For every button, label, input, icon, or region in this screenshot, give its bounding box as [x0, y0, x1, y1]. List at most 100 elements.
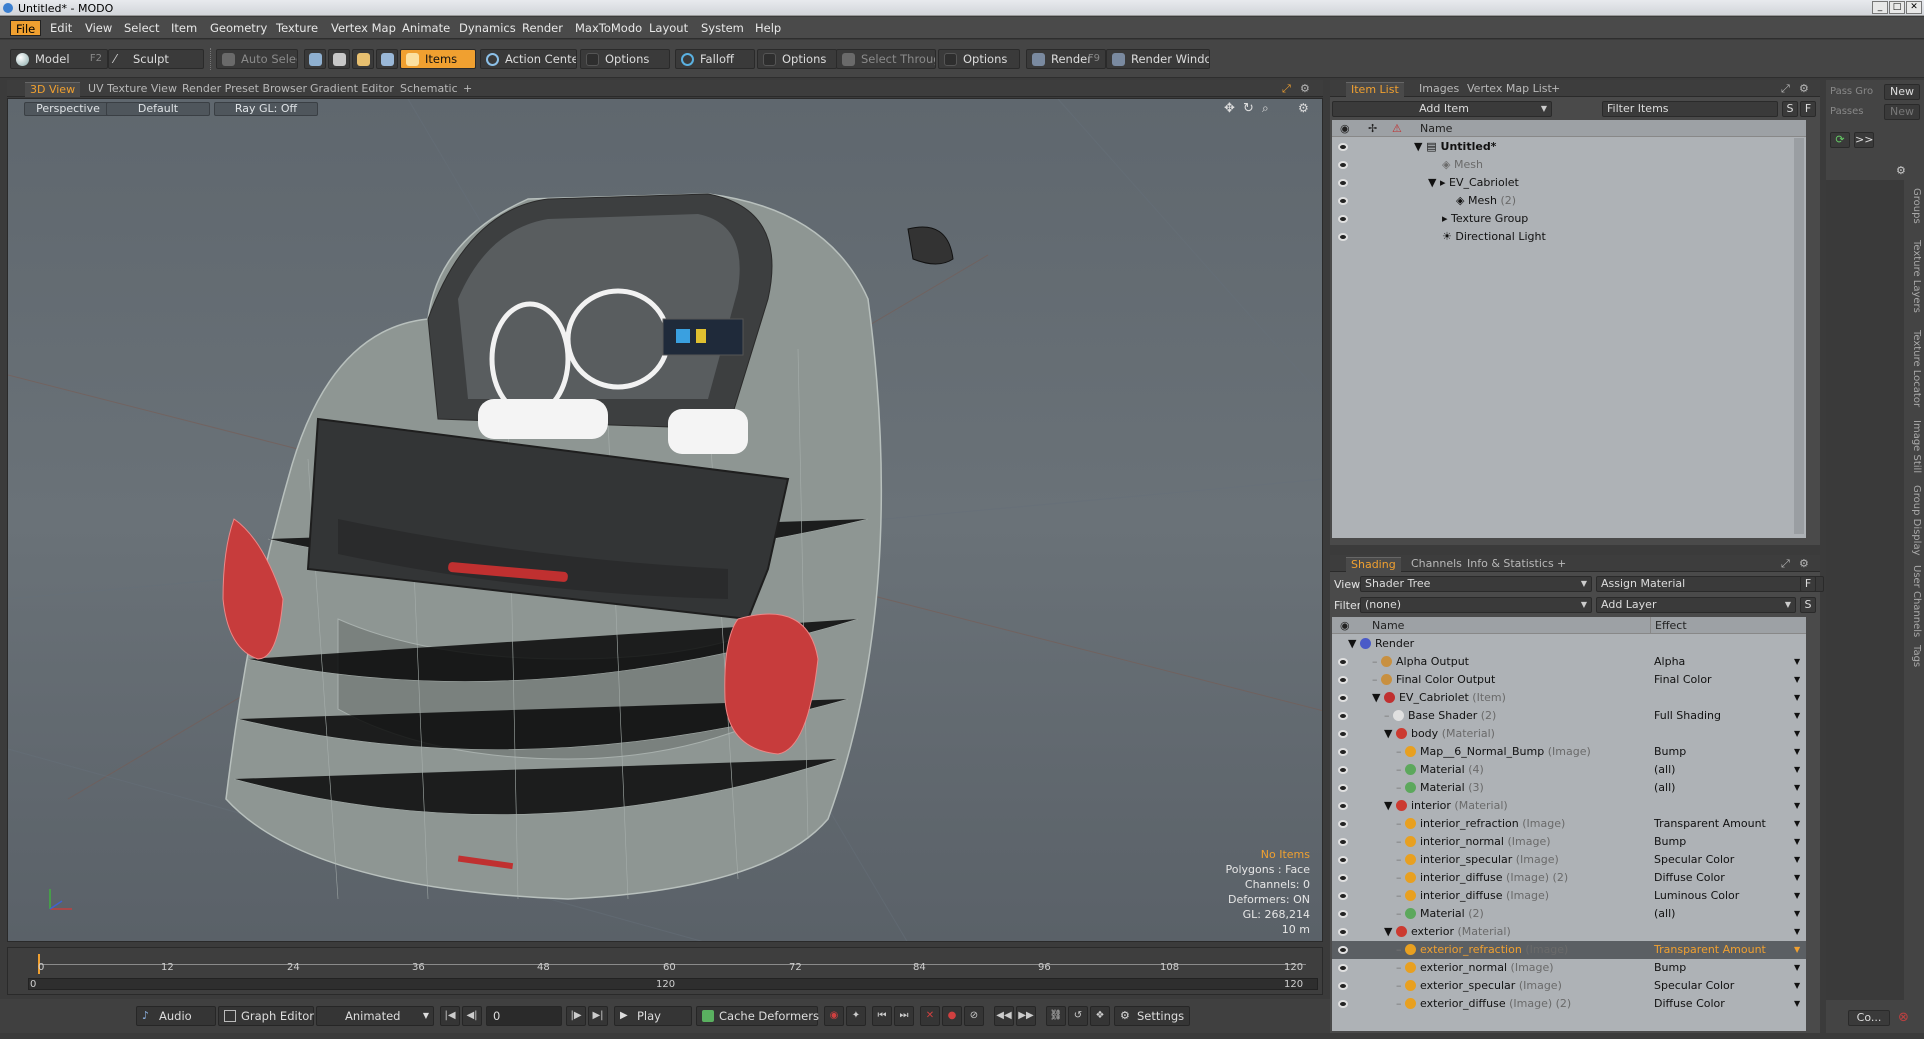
falloff-button[interactable]: Falloff [675, 49, 755, 69]
visibility-eye-icon[interactable] [1338, 766, 1348, 774]
visibility-eye-icon[interactable] [1338, 910, 1348, 918]
shading-s-button[interactable]: S [1800, 597, 1816, 613]
item-list-scrollbar[interactable] [1794, 138, 1804, 534]
chevron-down-icon[interactable]: ▼ [1794, 887, 1800, 905]
prev-frame-icon[interactable]: ⏮ [872, 1006, 892, 1026]
expand-button[interactable]: >> [1854, 132, 1874, 148]
visibility-eye-icon[interactable] [1338, 964, 1348, 972]
cache-deformers-button[interactable]: Cache Deformers [696, 1006, 819, 1026]
chevron-down-icon[interactable]: ▼ [1794, 707, 1800, 725]
shader-row[interactable]: – exterior_refraction (Image) Transparent… [1332, 941, 1806, 959]
stop-icon[interactable]: ⊗ [1898, 1010, 1909, 1025]
visibility-eye-icon[interactable] [1338, 233, 1348, 241]
visibility-eye-icon[interactable] [1338, 197, 1348, 205]
vtab-image-still[interactable]: Image Still [1906, 420, 1922, 473]
filter-f-button[interactable]: F [1800, 101, 1816, 117]
tab-3d-view[interactable]: 3D View [25, 82, 81, 97]
next-frame-icon[interactable]: ⏭ [894, 1006, 914, 1026]
chevron-down-icon[interactable]: ▼ [1794, 923, 1800, 941]
sculpt-mode-button[interactable]: ⁄ Sculpt [108, 49, 204, 69]
menu-select[interactable]: Select [119, 20, 164, 36]
shader-row[interactable]: – interior_refraction (Image) Transparent… [1332, 815, 1806, 833]
materials-mode-button[interactable] [376, 49, 398, 69]
shader-row[interactable]: – exterior_diffuse (Image) (2) Diffuse Co… [1332, 995, 1806, 1013]
menu-edit[interactable]: Edit [45, 20, 77, 36]
add-layer-dropdown[interactable]: Add Layer ▼ [1596, 597, 1796, 613]
chevron-down-icon[interactable]: ▼ [1794, 671, 1800, 689]
new-pass-group-button[interactable]: New [1884, 84, 1920, 100]
model-mode-button[interactable]: Model F2 [10, 49, 108, 69]
visibility-eye-icon[interactable] [1338, 856, 1348, 864]
menu-animate[interactable]: Animate [397, 20, 455, 36]
visibility-eye-icon[interactable] [1338, 161, 1348, 169]
auto-select-button[interactable]: Auto Select [216, 49, 298, 69]
visibility-eye-icon[interactable] [1338, 838, 1348, 846]
expand-arrow-icon[interactable]: ▼ [1372, 691, 1384, 704]
item-row-texture-group[interactable]: ▸ Texture Group [1332, 210, 1806, 228]
visibility-eye-icon[interactable] [1338, 215, 1348, 223]
render-button[interactable]: Render F9 [1026, 49, 1106, 69]
menu-item[interactable]: Item [166, 20, 202, 36]
tab-schematic[interactable]: Schematic [395, 82, 463, 97]
visibility-eye-icon[interactable] [1338, 748, 1348, 756]
shader-row[interactable]: ▼ exterior (Material) ▼ [1332, 923, 1806, 941]
add-tab-button[interactable]: + [458, 82, 477, 97]
chevron-down-icon[interactable]: ▼ [1794, 869, 1800, 887]
shader-row[interactable]: – exterior_specular (Image) Specular Colo… [1332, 977, 1806, 995]
refresh-icon[interactable]: ↺ [1068, 1006, 1088, 1026]
visibility-eye-icon[interactable] [1338, 874, 1348, 882]
visibility-eye-icon[interactable] [1338, 820, 1348, 828]
add-tab-button[interactable]: + [1552, 557, 1571, 572]
animated-dropdown[interactable]: Animated ▼ [316, 1006, 434, 1026]
chevron-down-icon[interactable]: ▼ [1794, 851, 1800, 869]
menu-render[interactable]: Render [517, 20, 568, 36]
play-button[interactable]: ▶ Play [614, 1006, 692, 1026]
prev-key-button[interactable]: ◀| [462, 1006, 482, 1026]
chevron-down-icon[interactable]: ▼ [1794, 941, 1800, 959]
expand-arrow-icon[interactable]: ▼ [1384, 925, 1396, 938]
chevron-down-icon[interactable]: ▼ [1794, 743, 1800, 761]
item-row-scene[interactable]: ▼ ▤ Untitled* [1332, 138, 1806, 156]
item-row-directional-light[interactable]: ☀ Directional Light [1332, 228, 1806, 246]
view-dropdown[interactable]: Shader Tree ▼ [1360, 576, 1592, 592]
close-button[interactable]: ✕ [1906, 1, 1922, 14]
shader-row[interactable]: ▼ Render [1332, 635, 1806, 653]
go-end-button[interactable]: ▶| [588, 1006, 608, 1026]
new-pass-button[interactable]: New [1884, 104, 1920, 120]
menu-texture[interactable]: Texture [271, 20, 323, 36]
chevron-down-icon[interactable]: ▼ [1794, 815, 1800, 833]
visibility-eye-icon[interactable] [1338, 928, 1348, 936]
frame-input[interactable]: 0 [486, 1006, 562, 1026]
expand-arrow-icon[interactable]: ▼ [1414, 140, 1426, 153]
menu-view[interactable]: View [80, 20, 117, 36]
timeline[interactable]: 0 12 24 36 48 60 72 84 96 108 120 0 120 … [7, 947, 1323, 995]
shading-f-button[interactable]: F [1800, 576, 1816, 592]
menu-vertex-map[interactable]: Vertex Map [326, 20, 401, 36]
shader-row[interactable]: – Material (3) (all) ▼ [1332, 779, 1806, 797]
chevron-down-icon[interactable]: ▼ [1794, 995, 1800, 1013]
panel-gear-icon[interactable]: ⚙ [1794, 82, 1814, 97]
chevron-down-icon[interactable]: ▼ [1794, 833, 1800, 851]
tab-channels[interactable]: Channels [1406, 557, 1467, 572]
visibility-eye-icon[interactable] [1338, 1000, 1348, 1008]
menu-layout[interactable]: Layout [644, 20, 693, 36]
add-item-dropdown[interactable]: Add Item ▼ [1332, 101, 1552, 117]
viewport-settings-gear-icon[interactable]: ⚙ [1295, 82, 1315, 97]
chevron-down-icon[interactable]: ▼ [1794, 653, 1800, 671]
vtab-tags[interactable]: Tags [1906, 645, 1922, 667]
delete-key-icon[interactable]: ⊘ [964, 1006, 984, 1026]
expand-arrow-icon[interactable]: ▼ [1348, 637, 1360, 650]
expand-arrow-icon[interactable]: ▼ [1428, 176, 1440, 189]
shader-row[interactable]: – interior_specular (Image) Specular Colo… [1332, 851, 1806, 869]
visibility-eye-icon[interactable] [1338, 676, 1348, 684]
tab-images[interactable]: Images [1414, 82, 1464, 97]
collapse-button[interactable]: Co... [1848, 1010, 1890, 1026]
chevron-down-icon[interactable]: ▼ [1794, 689, 1800, 707]
item-row-ev-cabriolet[interactable]: ▼ ▸ EV_Cabriolet [1332, 174, 1806, 192]
shader-row[interactable]: ▼ body (Material) ▼ [1332, 725, 1806, 743]
maximize-viewport-icon[interactable]: ⤢ [1277, 82, 1296, 97]
vtab-groups[interactable]: Groups [1906, 188, 1922, 224]
tab-gradient-editor[interactable]: Gradient Editor [305, 82, 399, 97]
menu-file[interactable]: File [10, 20, 42, 36]
action-center-button[interactable]: Action Center [480, 49, 577, 69]
